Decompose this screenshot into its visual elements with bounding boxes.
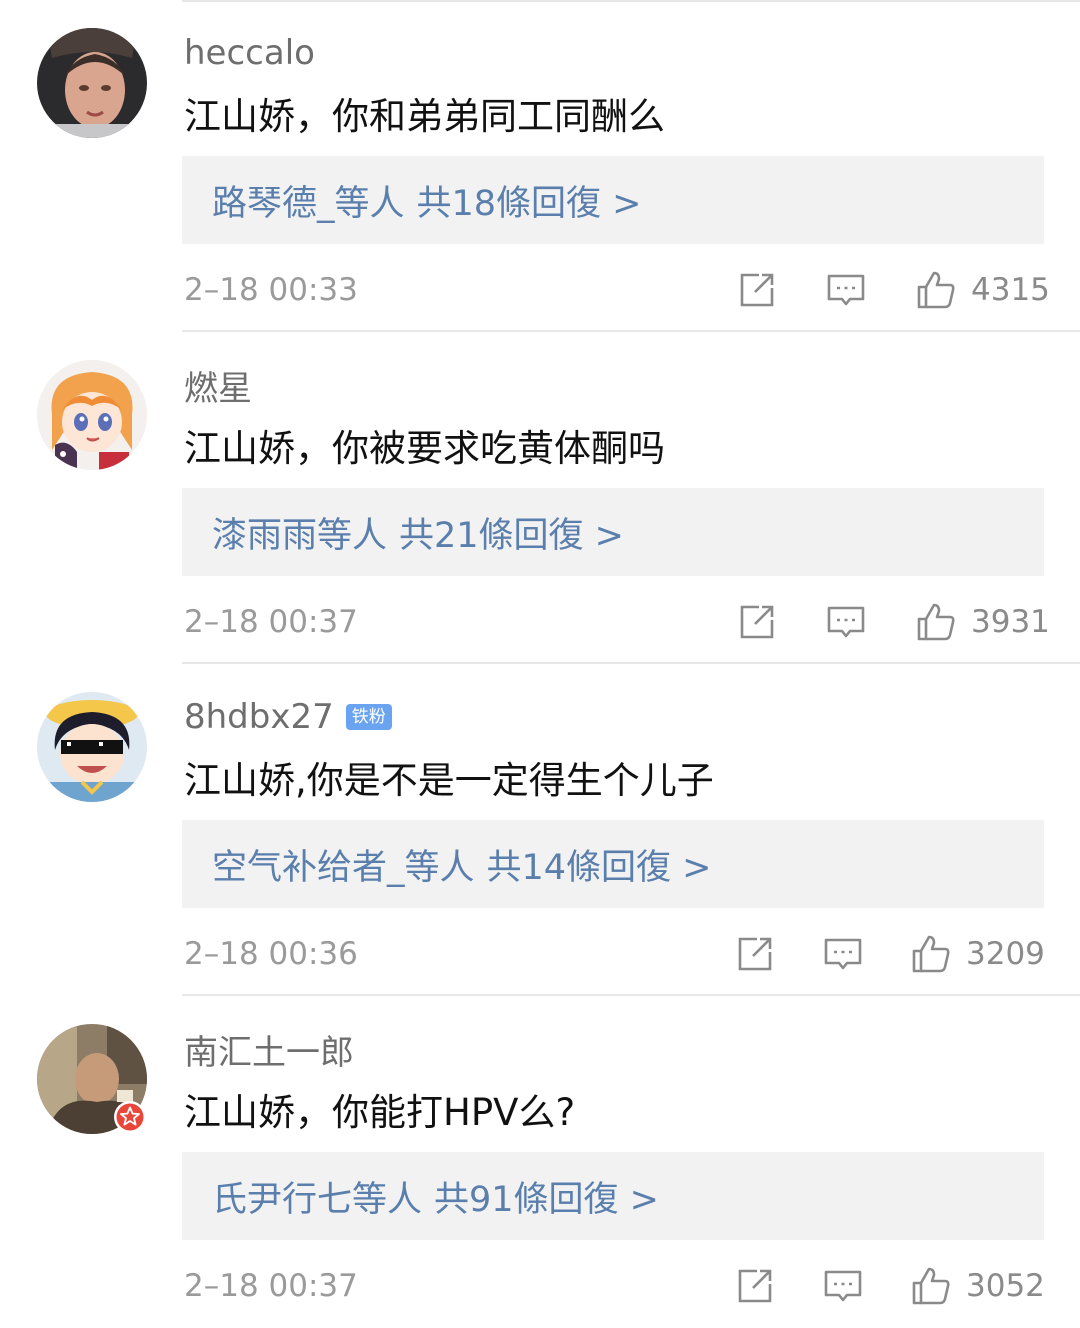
- comment-icon: [827, 606, 865, 638]
- share-button[interactable]: [737, 270, 777, 310]
- share-icon: [738, 937, 772, 971]
- avatar[interactable]: [37, 28, 147, 138]
- timestamp: 2–18 00:37: [184, 604, 358, 640]
- comment-button[interactable]: [823, 934, 863, 974]
- avatar-anime-girl-icon: [37, 360, 147, 470]
- comment-icon: [827, 274, 865, 306]
- thumbs-up-icon: [917, 603, 955, 641]
- username[interactable]: 南汇土一郎: [184, 1025, 354, 1074]
- like-count: 3931: [971, 604, 1050, 640]
- share-icon: [740, 273, 774, 307]
- comment-button[interactable]: [826, 602, 866, 642]
- comment-text: 江山娇，你被要求吃黄体酮吗: [184, 427, 665, 470]
- thumbs-up-icon: [912, 935, 950, 973]
- share-button[interactable]: [735, 1266, 775, 1306]
- reply-summary[interactable]: 漆雨雨等人 共21條回復 >: [182, 488, 1044, 576]
- reply-count[interactable]: 共21條回復 >: [399, 507, 624, 558]
- comment-meta: 2–18 00:37 3052: [0, 1262, 1080, 1310]
- reply-count[interactable]: 共14條回復 >: [487, 839, 712, 890]
- comment-button[interactable]: [826, 270, 866, 310]
- avatar[interactable]: [37, 360, 147, 470]
- timestamp: 2–18 00:36: [184, 936, 358, 972]
- like-button[interactable]: 3052: [910, 1262, 1045, 1310]
- comment-text: 江山娇,你是不是一定得生个儿子: [184, 759, 714, 802]
- share-button[interactable]: [737, 602, 777, 642]
- comment-item: 燃星 江山娇，你被要求吃黄体酮吗 漆雨雨等人 共21條回復 > 2–18 00:3…: [0, 332, 1080, 664]
- comment-text: 江山娇，你和弟弟同工同酬么: [184, 95, 665, 138]
- timestamp: 2–18 00:37: [184, 1268, 358, 1304]
- like-count: 4315: [971, 272, 1050, 308]
- timestamp: 2–18 00:33: [184, 272, 358, 308]
- reply-names[interactable]: 氏尹行七等人: [212, 1171, 422, 1222]
- comment-item: 8hdbx27 铁粉 江山娇,你是不是一定得生个儿子 空气补给者_等人 共14條回…: [0, 664, 1080, 996]
- comment-meta: 2–18 00:37 3931: [0, 598, 1080, 646]
- like-button[interactable]: 4315: [915, 266, 1050, 314]
- comment-item: 南汇土一郎 江山娇，你能打HPV么? 氏尹行七等人 共91條回復 > 2–18 0…: [0, 996, 1080, 1328]
- username-row: 8hdbx27 铁粉: [184, 694, 392, 740]
- like-count: 3209: [966, 936, 1045, 972]
- avatar-photo-man-icon: [37, 28, 147, 138]
- username[interactable]: 燃星: [184, 361, 252, 410]
- avatar-cartoon-sunglasses-icon: [37, 692, 147, 802]
- reply-names[interactable]: 空气补给者_等人: [212, 839, 475, 890]
- comment-text: 江山娇，你能打HPV么?: [184, 1091, 576, 1134]
- like-button[interactable]: 3931: [915, 598, 1050, 646]
- username-row: 南汇土一郎: [184, 1025, 354, 1074]
- thumbs-up-icon: [912, 1267, 950, 1305]
- username-row: heccalo: [184, 30, 315, 76]
- username-row: 燃星: [184, 361, 252, 410]
- thumbs-up-icon: [917, 271, 955, 309]
- reply-count[interactable]: 共91條回復 >: [434, 1171, 659, 1222]
- avatar[interactable]: [37, 692, 147, 802]
- like-button[interactable]: 3209: [910, 930, 1045, 978]
- reply-names[interactable]: 路琴德_等人: [212, 175, 405, 226]
- username[interactable]: heccalo: [184, 33, 315, 73]
- verified-badge-icon: [114, 1101, 146, 1133]
- reply-summary[interactable]: 路琴德_等人 共18條回復 >: [182, 156, 1044, 244]
- comment-button[interactable]: [823, 1266, 863, 1306]
- comment-icon: [824, 1270, 862, 1302]
- like-count: 3052: [966, 1268, 1045, 1304]
- comment-meta: 2–18 00:36 3209: [0, 930, 1080, 978]
- comment-icon: [824, 938, 862, 970]
- fan-badge: 铁粉: [345, 704, 392, 730]
- share-icon: [740, 605, 774, 639]
- reply-summary[interactable]: 空气补给者_等人 共14條回復 >: [182, 820, 1044, 908]
- share-icon: [738, 1269, 772, 1303]
- comment-item: heccalo 江山娇，你和弟弟同工同酬么 路琴德_等人 共18條回復 > 2–1…: [0, 0, 1080, 332]
- reply-summary[interactable]: 氏尹行七等人 共91條回復 >: [182, 1152, 1044, 1240]
- username[interactable]: 8hdbx27: [184, 697, 334, 737]
- reply-names[interactable]: 漆雨雨等人: [212, 507, 387, 558]
- share-button[interactable]: [735, 934, 775, 974]
- reply-count[interactable]: 共18條回復 >: [417, 175, 642, 226]
- comment-meta: 2–18 00:33 4315: [0, 266, 1080, 314]
